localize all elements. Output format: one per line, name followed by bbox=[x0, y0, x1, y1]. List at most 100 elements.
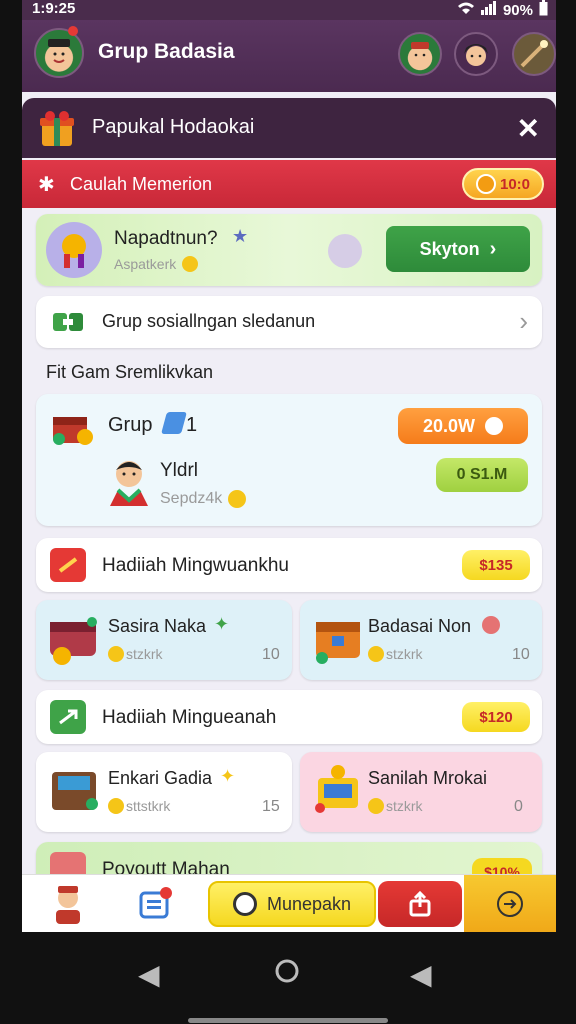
event-banner-badge-text: 10:0 bbox=[499, 175, 531, 193]
member-avatar-2[interactable] bbox=[454, 32, 498, 76]
member-face-icon bbox=[464, 44, 488, 66]
chevron-right-icon: › bbox=[489, 237, 497, 260]
weekly-reward-title-2: Hadiiah Mingueanah bbox=[102, 707, 277, 728]
promo-button[interactable]: Skyton › bbox=[386, 226, 530, 272]
medal-icon bbox=[46, 222, 102, 278]
group-card-count: 1 bbox=[186, 414, 198, 436]
treasure-box-icon bbox=[46, 760, 102, 818]
reward-tile-1[interactable]: Sasira Naka ✦ stzkrk 10 bbox=[36, 600, 292, 680]
user-character-icon bbox=[104, 454, 154, 512]
reward-tile-sub-2: stzkrk bbox=[386, 646, 423, 662]
coin-icon bbox=[232, 892, 257, 916]
reward-tile-name-4: Sanilah Mrokai bbox=[368, 768, 488, 788]
coin-icon bbox=[108, 798, 124, 814]
event-banner-title: Caulah Memerion bbox=[70, 174, 213, 194]
reward-tile-sub-4: stzkrk bbox=[386, 798, 423, 814]
member-face-icon bbox=[410, 42, 430, 66]
group-card-green-pill-text: 0 S1.M bbox=[456, 466, 508, 483]
chevron-right-icon: › bbox=[519, 306, 528, 336]
member-avatar-3[interactable] bbox=[512, 32, 556, 76]
weekly-reward-row-1[interactable]: Hadiiah Mingwuankhu $135 bbox=[36, 538, 542, 592]
next-nav-button[interactable] bbox=[464, 875, 556, 932]
reward-tile-num-2: 10 bbox=[512, 646, 530, 663]
group-card-orange-pill-text: 20.0W bbox=[422, 415, 476, 436]
ticket-icon bbox=[50, 548, 86, 582]
group-card-user-name: Yldrl bbox=[160, 460, 199, 481]
treasure-box-icon bbox=[310, 760, 366, 818]
promo-card[interactable]: Napadtnun? ★ Aspatkerk Skyton › bbox=[36, 214, 542, 286]
coin-icon bbox=[368, 798, 384, 814]
section-title: Fit Gam Sremlikvkan bbox=[46, 362, 214, 382]
close-button[interactable]: ✕ bbox=[517, 112, 540, 145]
inbox-nav-icon[interactable] bbox=[138, 885, 174, 921]
toggle-dot-icon bbox=[485, 417, 504, 435]
arrow-badge-icon bbox=[50, 700, 86, 734]
coin-icon bbox=[228, 490, 246, 508]
reward-tile-num-3: 15 bbox=[262, 798, 280, 815]
promo-button-label: Skyton bbox=[419, 238, 480, 259]
group-link-label: Grup sosiallngan sledanun bbox=[102, 311, 316, 331]
app-screen: 1:9:25 90% Grup Badasia Papukal Hodaokai… bbox=[22, 0, 556, 932]
sparkle-icon: ✦ bbox=[220, 766, 236, 786]
emblem-icon bbox=[482, 616, 500, 634]
event-banner[interactable]: ✱ Caulah Memerion 10:0 bbox=[22, 160, 556, 208]
wifi-icon bbox=[457, 1, 475, 19]
group-card-user-sub: Sepdz4k bbox=[160, 490, 223, 507]
event-banner-badge[interactable]: 10:0 bbox=[462, 168, 544, 200]
badge-icon bbox=[161, 412, 187, 434]
coin-icon bbox=[368, 646, 384, 662]
reward-tile-2[interactable]: Badasai Non stzkrk 10 bbox=[300, 600, 542, 680]
reward-tile-3[interactable]: Enkari Gadia ✦ sttstkrk 15 bbox=[36, 752, 292, 832]
reward-tile-name-1: Sasira Naka bbox=[108, 616, 207, 636]
weekly-reward-badge-2[interactable]: $120 bbox=[462, 702, 530, 732]
sparkle-icon: ★ bbox=[232, 226, 249, 246]
avatar-face-icon bbox=[48, 39, 70, 66]
chest-icon bbox=[310, 606, 366, 666]
treasure-icon bbox=[46, 404, 96, 450]
home-icon[interactable] bbox=[274, 958, 300, 991]
system-nav-bar: ◀ ◀ bbox=[0, 932, 576, 1024]
share-icon bbox=[409, 890, 431, 917]
weekly-reward-badge-text-1: $135 bbox=[479, 556, 513, 574]
coin-icon bbox=[108, 646, 124, 662]
weekly-reward-badge-text-2: $120 bbox=[479, 708, 513, 726]
reward-tile-num-4: 0 bbox=[514, 798, 523, 815]
recents-icon[interactable]: ◀ bbox=[410, 958, 432, 991]
group-link-icon bbox=[50, 306, 86, 338]
app-header: Grup Badasia bbox=[22, 20, 556, 92]
wand-icon bbox=[520, 40, 548, 68]
reward-tile-4[interactable]: Sanilah Mrokai stzkrk 0 bbox=[300, 752, 542, 832]
main-action-label: Munepakn bbox=[266, 893, 352, 914]
star-icon: ✱ bbox=[38, 174, 55, 196]
coin-icon bbox=[475, 174, 496, 194]
coin-icon bbox=[182, 256, 198, 272]
profile-nav-icon[interactable] bbox=[48, 881, 88, 927]
weekly-reward-title-1: Hadiiah Mingwuankhu bbox=[102, 555, 289, 576]
page-title: Grup Badasia bbox=[98, 40, 235, 63]
promo-title: Napadtnun? bbox=[114, 228, 218, 249]
member-avatar-1[interactable] bbox=[398, 32, 442, 76]
status-bar: 1:9:25 90% bbox=[22, 0, 556, 20]
back-icon[interactable]: ◀ bbox=[138, 958, 160, 991]
chest-icon bbox=[46, 608, 102, 666]
share-button[interactable] bbox=[378, 881, 462, 927]
reward-tile-name-3: Enkari Gadia bbox=[108, 768, 213, 788]
weekly-reward-row-2[interactable]: Hadiiah Mingueanah $120 bbox=[36, 690, 542, 744]
reward-tile-num-1: 10 bbox=[262, 646, 280, 663]
weekly-reward-badge-1[interactable]: $135 bbox=[462, 550, 530, 580]
panel-title: Papukal Hodaokai bbox=[92, 116, 255, 138]
group-link-row[interactable]: Grup sosiallngan sledanun › bbox=[36, 296, 542, 348]
home-indicator bbox=[188, 1018, 388, 1023]
battery-text: 90% bbox=[502, 1, 533, 19]
main-action-button[interactable]: Munepakn bbox=[208, 881, 376, 927]
arrow-right-icon bbox=[497, 891, 523, 917]
group-card[interactable]: Grup 1 20.0W Yldrl Sepdz4k 0 S1.M bbox=[36, 394, 542, 526]
status-icons: 90% bbox=[457, 0, 548, 20]
status-time: 1:9:25 bbox=[32, 0, 76, 17]
notification-dot bbox=[68, 26, 78, 36]
signal-icon bbox=[480, 1, 497, 19]
group-card-orange-pill[interactable]: 20.0W bbox=[398, 408, 528, 444]
battery-icon bbox=[539, 0, 548, 20]
user-avatar[interactable] bbox=[34, 28, 84, 78]
group-card-green-pill[interactable]: 0 S1.M bbox=[436, 458, 528, 492]
